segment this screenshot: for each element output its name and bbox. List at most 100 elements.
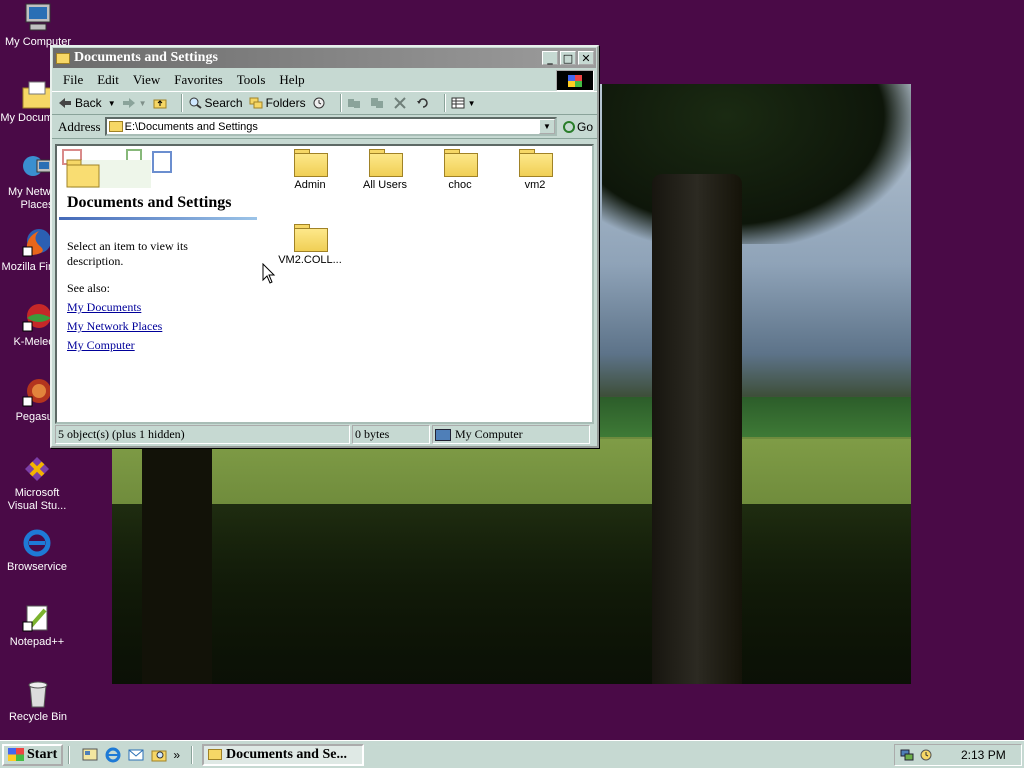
- back-dropdown-icon[interactable]: ▼: [108, 99, 116, 108]
- menu-edit[interactable]: Edit: [90, 72, 126, 88]
- forward-arrow-icon: [122, 98, 135, 108]
- toolbar-separator: [443, 94, 446, 112]
- menu-view[interactable]: View: [126, 72, 167, 88]
- internet-explorer-icon[interactable]: [104, 746, 122, 764]
- firefox-icon: [21, 227, 53, 259]
- folder-icon: [208, 749, 223, 760]
- quick-launch-more-button[interactable]: »: [173, 748, 180, 762]
- folder-view[interactable]: Documents and Settings Select an item to…: [55, 144, 594, 424]
- go-button[interactable]: Go: [562, 120, 593, 134]
- folder-icon: [294, 149, 328, 177]
- folders-button[interactable]: Folders: [249, 96, 306, 110]
- folder-icon: [519, 149, 553, 177]
- move-to-icon: [347, 99, 360, 108]
- menu-help[interactable]: Help: [272, 72, 311, 88]
- views-icon: [451, 97, 465, 109]
- desktop-icon-label: Browservice: [7, 561, 67, 573]
- copy-to-button[interactable]: [370, 97, 387, 109]
- visual-studio-icon: [21, 453, 53, 485]
- address-dropdown-button[interactable]: ▼: [538, 119, 555, 134]
- folder-icon: [56, 52, 70, 64]
- recycle-bin-icon: [22, 677, 54, 709]
- maximize-button[interactable]: □: [560, 51, 576, 65]
- status-bar: 5 object(s) (plus 1 hidden) 0 bytes My C…: [55, 425, 594, 444]
- history-button[interactable]: [312, 97, 329, 109]
- folder-name: Admin: [294, 179, 326, 191]
- windows-logo-icon: [556, 70, 594, 91]
- network-places-icon: [21, 152, 53, 184]
- status-object-count: 5 object(s) (plus 1 hidden): [55, 425, 350, 444]
- folder-item-choc[interactable]: choc: [424, 149, 496, 191]
- folder-name: All Users: [362, 179, 407, 191]
- undo-button[interactable]: [416, 97, 433, 109]
- network-tray-icon[interactable]: [900, 748, 914, 762]
- close-button[interactable]: ✕: [578, 51, 594, 65]
- link-my-network-places[interactable]: My Network Places: [67, 319, 162, 334]
- folder-item-vm2[interactable]: vm2: [499, 149, 571, 191]
- views-dropdown-icon[interactable]: ▼: [468, 99, 476, 108]
- back-button[interactable]: Back ▼: [58, 96, 116, 110]
- folder-name: vm2: [524, 179, 546, 191]
- folder-icon: [108, 121, 123, 132]
- scheduler-tray-icon[interactable]: [919, 748, 933, 762]
- up-folder-icon: [153, 99, 167, 109]
- views-button[interactable]: ▼: [451, 97, 476, 109]
- side-pane-title: Documents and Settings: [67, 194, 232, 211]
- internet-explorer-icon: [21, 527, 53, 559]
- show-desktop-icon[interactable]: [81, 746, 99, 764]
- folder-item-vm2-coll[interactable]: VM2.COLL...: [274, 224, 346, 266]
- folder-icon: [444, 149, 478, 177]
- up-folder-button[interactable]: [153, 97, 170, 109]
- clock[interactable]: 2:13 PM: [961, 748, 1006, 762]
- web-view-pane: Documents and Settings Select an item to…: [57, 146, 262, 422]
- forward-dropdown-icon[interactable]: ▼: [139, 99, 147, 108]
- folder-item-admin[interactable]: Admin: [274, 149, 346, 191]
- minimize-button[interactable]: _: [542, 51, 558, 65]
- system-tray: 2:13 PM: [894, 744, 1022, 766]
- move-to-button[interactable]: [347, 97, 364, 109]
- toolbar-separator: [180, 94, 183, 112]
- menu-bar: File Edit View Favorites Tools Help: [52, 69, 597, 91]
- standard-toolbar: Back ▼ ▼ Search Folders ▼: [52, 91, 597, 115]
- desktop-icon-browservice[interactable]: Browservice: [0, 527, 74, 574]
- link-my-documents[interactable]: My Documents: [67, 300, 141, 315]
- go-arrow-icon: [562, 120, 575, 133]
- task-label: Documents and Se...: [226, 746, 347, 762]
- link-my-computer[interactable]: My Computer: [67, 338, 135, 353]
- explorer-icon[interactable]: [150, 746, 168, 764]
- delete-icon: [393, 97, 406, 109]
- back-arrow-icon: [59, 98, 71, 108]
- windows-logo-icon: [8, 748, 24, 761]
- title-bar[interactable]: Documents and Settings _ □ ✕: [53, 48, 596, 68]
- taskbar: Start » Documents and Se... 2:13 PM: [0, 740, 1024, 768]
- desktop-icon-my-computer[interactable]: My Computer: [1, 2, 75, 49]
- menu-favorites[interactable]: Favorites: [167, 72, 229, 88]
- menu-tools[interactable]: Tools: [230, 72, 273, 88]
- my-documents-icon: [21, 78, 53, 110]
- my-computer-icon: [435, 428, 451, 441]
- desktop-icon-label: Microsoft Visual Stu...: [7, 487, 67, 512]
- search-icon: [189, 97, 202, 109]
- address-label: Address: [58, 118, 101, 134]
- taskbar-separator: [191, 745, 194, 764]
- explorer-window[interactable]: Documents and Settings _ □ ✕ File Edit V…: [50, 45, 599, 448]
- search-label: Search: [204, 96, 243, 110]
- desktop-icon-recycle-bin[interactable]: Recycle Bin: [1, 677, 75, 724]
- folder-item-all-users[interactable]: All Users: [349, 149, 421, 191]
- taskbar-separator: [68, 745, 71, 764]
- search-button[interactable]: Search: [188, 96, 243, 110]
- toolbar-separator: [339, 94, 342, 112]
- desktop-icon-notepad-plus-plus[interactable]: Notepad++: [0, 602, 74, 649]
- folders-icon: [249, 97, 263, 109]
- delete-button[interactable]: [393, 97, 410, 109]
- start-button[interactable]: Start: [2, 743, 64, 766]
- taskbar-button-documents-and-settings[interactable]: Documents and Se...: [202, 743, 365, 766]
- forward-button[interactable]: ▼: [122, 97, 147, 109]
- outlook-express-icon[interactable]: [127, 746, 145, 764]
- desktop-icon-label: Recycle Bin: [8, 711, 68, 723]
- my-computer-icon: [22, 2, 54, 34]
- address-input[interactable]: E:\Documents and Settings ▼: [104, 117, 557, 136]
- status-size: 0 bytes: [352, 425, 430, 444]
- menu-file[interactable]: File: [56, 72, 90, 88]
- desktop-icon-visual-studio[interactable]: Microsoft Visual Stu...: [0, 453, 74, 513]
